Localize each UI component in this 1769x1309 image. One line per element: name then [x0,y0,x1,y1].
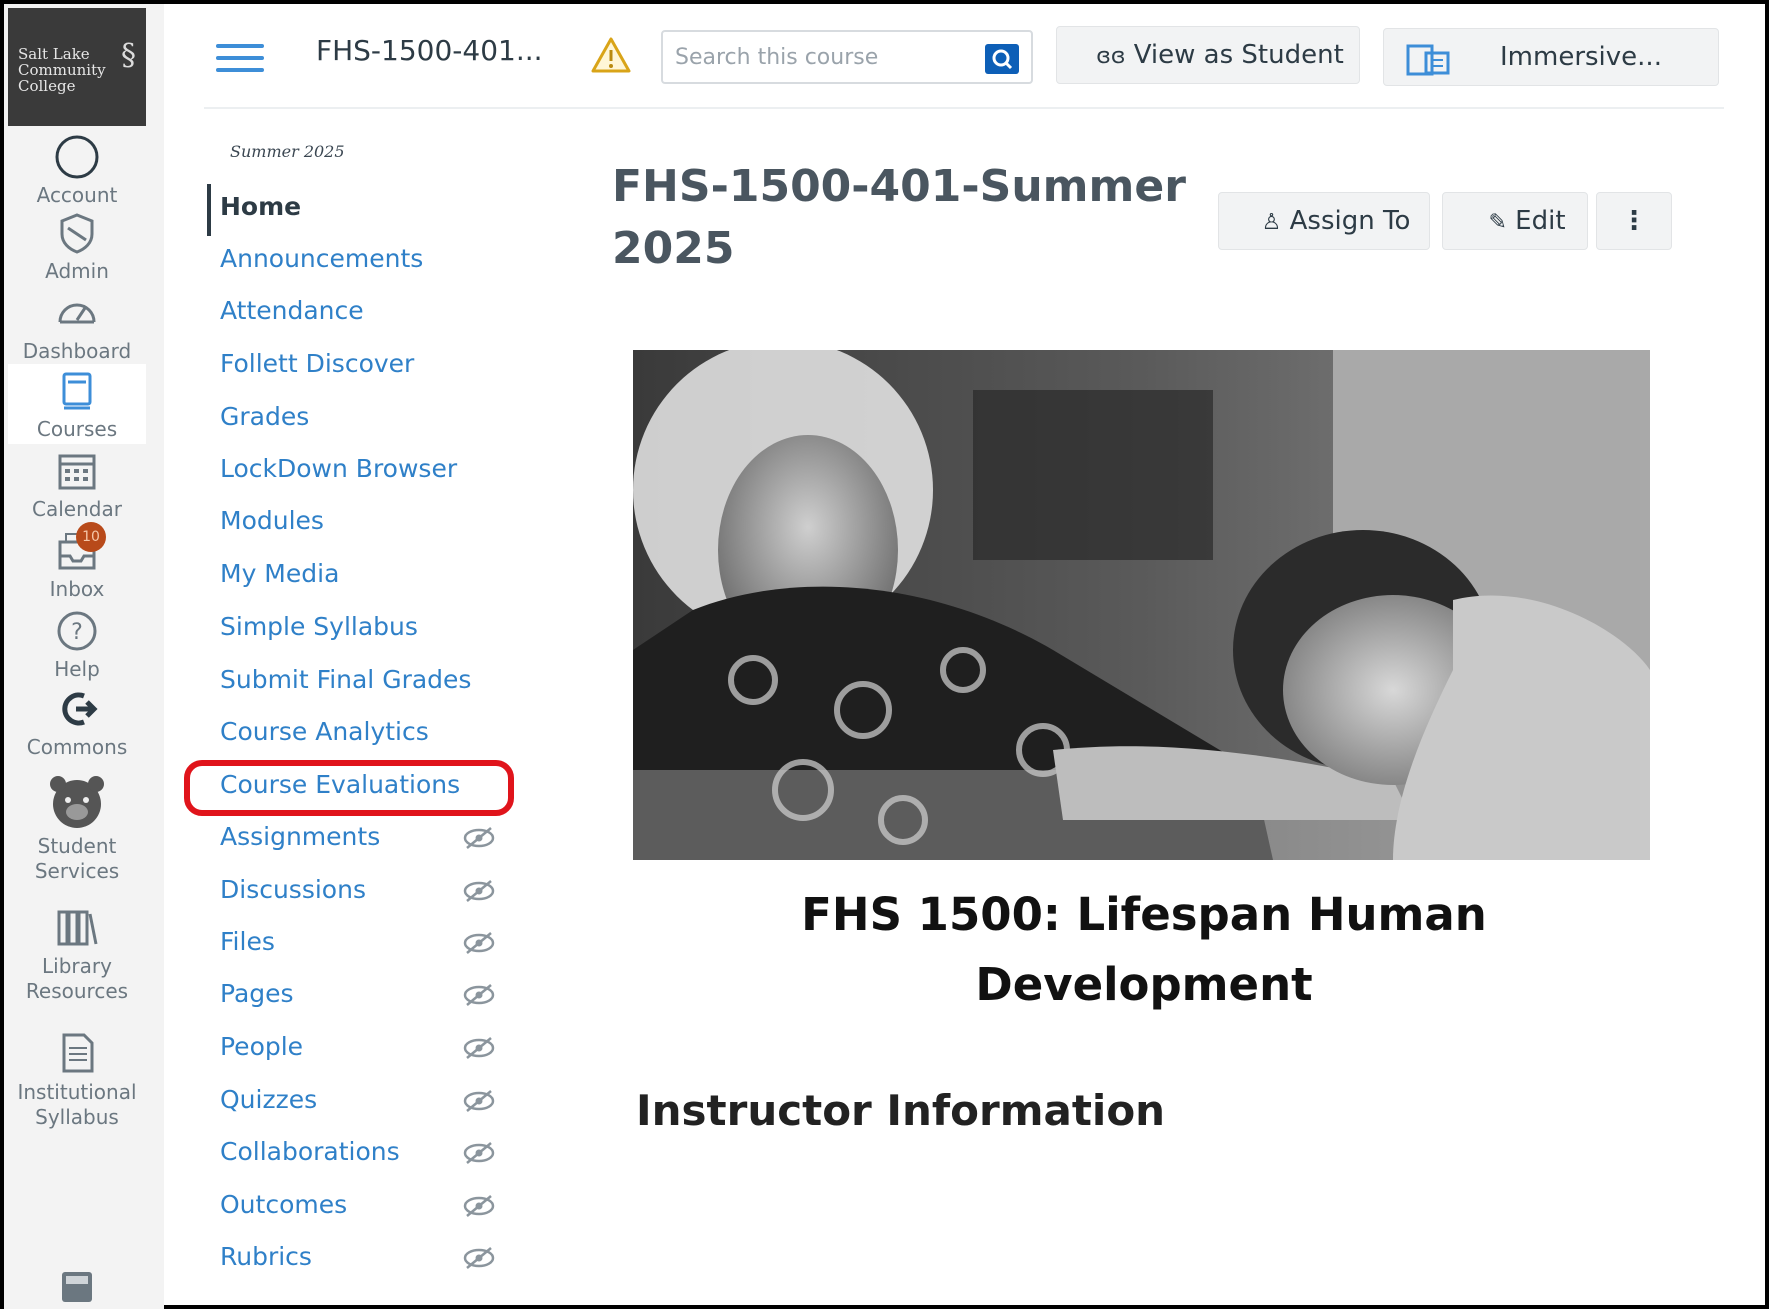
course-nav-discussions[interactable]: Discussions [220,875,366,904]
more-options-button[interactable]: ⋮ [1596,192,1672,250]
course-nav-outcomes[interactable]: Outcomes [220,1190,347,1219]
course-nav-collaborations[interactable]: Collaborations [220,1137,400,1166]
header-divider [204,107,1724,109]
book-icon [54,368,100,414]
assign-to-button[interactable]: ♙ Assign To [1218,192,1430,250]
eye-off-icon [462,826,496,850]
edit-button[interactable]: ✎ Edit [1442,192,1588,250]
immersive-reader-label: Immersive... [1500,42,1662,72]
immersive-reader-button[interactable]: Immersive... [1383,28,1719,86]
global-nav-more[interactable] [8,1266,146,1306]
window-frame: Salt Lake Community College § Account Ad… [0,0,1769,1309]
eye-off-icon [462,931,496,955]
global-nav-label: Commons [26,735,128,759]
warning-icon[interactable] [590,36,632,74]
eye-off-icon [462,1141,496,1165]
global-nav-label: Dashboard [22,339,132,363]
course-heading: FHS 1500: Lifespan Human Development [801,888,1487,1011]
global-nav-help[interactable]: ? Help [8,608,146,683]
global-nav-calendar[interactable]: Calendar [8,448,146,523]
course-nav-follett-discover[interactable]: Follett Discover [220,349,414,378]
global-nav-library-resources[interactable]: Library Resources [8,904,146,1004]
course-nav-submit-final-grades[interactable]: Submit Final Grades [220,665,471,694]
global-nav-inbox[interactable]: 10 Inbox [8,522,146,603]
course-nav-grades[interactable]: Grades [220,402,309,431]
calendar-icon [54,448,100,494]
course-nav-lockdown-browser[interactable]: LockDown Browser [220,454,457,483]
logo-swirl-icon: § [121,38,136,73]
course-nav-simple-syllabus[interactable]: Simple Syllabus [220,612,418,641]
eye-off-icon [462,1246,496,1270]
global-nav-commons[interactable]: Commons [8,686,146,761]
eye-off-icon [462,1194,496,1218]
course-nav-pages[interactable]: Pages [220,979,294,1008]
more-vertical-icon: ⋮ [1621,206,1647,236]
eye-off-icon [462,1089,496,1113]
course-term: Summer 2025 [230,142,345,161]
assign-to-label: Assign To [1289,206,1411,236]
global-nav-label: Library Resources [25,954,129,1003]
inbox-unread-badge: 10 [76,522,106,552]
pencil-icon: ✎ [1488,210,1507,235]
glasses-icon: ɞɞ [1096,44,1126,69]
course-nav-quizzes[interactable]: Quizzes [220,1085,317,1114]
global-nav-courses[interactable]: Courses [8,364,146,444]
global-nav-label: Inbox [49,577,105,601]
course-nav-attendance[interactable]: Attendance [220,296,364,325]
course-banner-image [633,350,1650,860]
eye-off-icon [462,879,496,903]
course-nav-assignments[interactable]: Assignments [220,822,380,851]
college-logo[interactable]: Salt Lake Community College § [8,8,146,126]
library-books-icon [54,904,100,950]
eye-off-icon [462,1036,496,1060]
course-nav-rubrics[interactable]: Rubrics [220,1242,312,1271]
shield-icon [54,210,100,256]
bear-icon [42,772,112,832]
breadcrumb-course-name[interactable]: FHS-1500-401... [316,34,543,67]
person-icon: ♙ [1261,210,1282,235]
global-nav-label: Calendar [32,497,122,521]
global-nav-institutional-syllabus[interactable]: Institutional Syllabus [8,1030,146,1130]
account-circle-icon [54,134,100,180]
course-nav-home[interactable]: Home [220,192,301,221]
view-as-student-label: View as Student [1133,40,1344,70]
active-nav-indicator [207,184,211,236]
course-nav-my-media[interactable]: My Media [220,559,339,588]
view-as-student-button[interactable]: ɞɞ View as Student [1056,26,1360,84]
course-nav-course-analytics[interactable]: Course Analytics [220,717,429,746]
instructor-information-heading: Instructor Information [636,1086,1166,1135]
global-nav-student-services[interactable]: Student Services [8,772,146,884]
course-evaluations-highlight [184,760,514,816]
eye-off-icon [462,983,496,1007]
edit-label: Edit [1515,206,1566,236]
global-nav-label: Institutional Syllabus [17,1080,137,1129]
printer-icon [54,1266,100,1306]
commons-arrow-icon [54,686,100,732]
global-nav-label: Help [54,657,100,681]
inbox-icon: 10 [54,522,106,574]
global-nav-label: Account [36,183,118,207]
search-submit-button[interactable] [985,44,1019,74]
immersive-reader-icon [1406,41,1450,76]
course-nav-people[interactable]: People [220,1032,303,1061]
document-icon [54,1030,100,1076]
logo-line-3: College [18,77,76,95]
course-nav-modules[interactable]: Modules [220,506,324,535]
svg-text:?: ? [71,620,83,645]
global-nav-account[interactable]: Account [8,134,146,209]
page-title: FHS-1500-401-Summer 2025 [612,161,1186,274]
global-nav-dashboard[interactable]: Dashboard [8,290,146,365]
hamburger-menu-button[interactable] [216,44,264,72]
global-navigation: Salt Lake Community College § Account Ad… [4,4,164,1309]
help-icon: ? [54,608,100,654]
course-search-box [661,30,1033,84]
global-nav-admin[interactable]: Admin [8,210,146,285]
speedometer-icon [54,290,100,336]
global-nav-label: Student Services [34,834,120,883]
global-nav-label: Courses [36,417,118,441]
course-search-input[interactable] [675,42,975,72]
course-nav-announcements[interactable]: Announcements [220,244,423,273]
global-nav-label: Admin [45,259,109,283]
course-nav-files[interactable]: Files [220,927,275,956]
